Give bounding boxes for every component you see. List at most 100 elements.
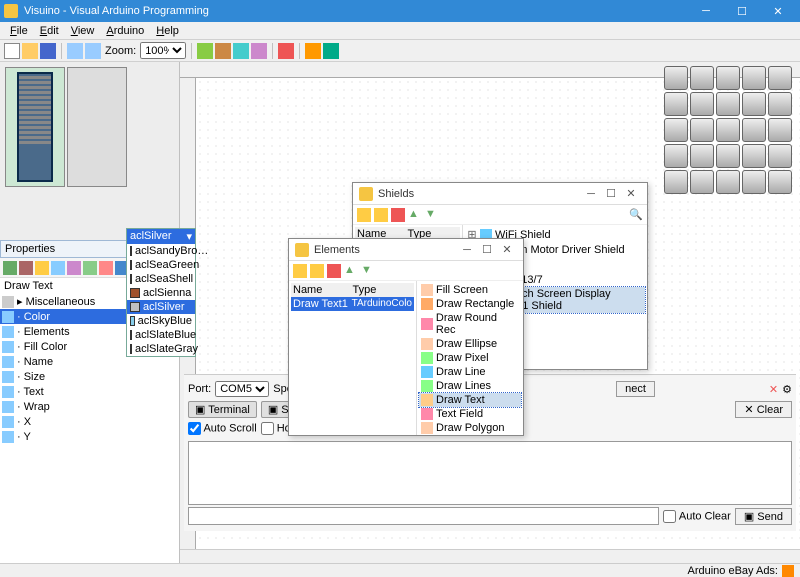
- scrollbar-horizontal[interactable]: [180, 549, 800, 563]
- list-item[interactable]: Draw Pixel: [419, 351, 521, 365]
- list-item[interactable]: Fill Screen: [419, 283, 521, 297]
- zoom-select[interactable]: 100%: [140, 42, 186, 59]
- clear-button[interactable]: ✕ Clear: [735, 401, 792, 418]
- palette-button[interactable]: [768, 144, 792, 168]
- palette-button[interactable]: [742, 66, 766, 90]
- color-option[interactable]: aclSienna: [127, 286, 195, 300]
- expand-icon[interactable]: [3, 261, 17, 275]
- palette-button[interactable]: [716, 144, 740, 168]
- delete-icon[interactable]: [278, 43, 294, 59]
- palette-button[interactable]: [664, 144, 688, 168]
- list-item[interactable]: Draw Text1TArduinoColo: [291, 297, 414, 311]
- maximize-button[interactable]: ☐: [724, 0, 760, 22]
- settings-icon[interactable]: ⚙: [782, 383, 792, 396]
- palette-button[interactable]: [664, 170, 688, 194]
- close-icon[interactable]: ✕: [621, 187, 641, 200]
- search-icon[interactable]: 🔍: [629, 208, 643, 222]
- tool-icon[interactable]: [251, 43, 267, 59]
- terminal-output[interactable]: [188, 441, 792, 505]
- connect-button[interactable]: nect: [616, 381, 655, 397]
- close-icon[interactable]: ✕: [497, 243, 517, 256]
- color-option[interactable]: aclSlateGray: [127, 342, 195, 356]
- palette-button[interactable]: [690, 118, 714, 142]
- list-item[interactable]: Draw Lines: [419, 379, 521, 393]
- palette-button[interactable]: [716, 92, 740, 116]
- palette-button[interactable]: [690, 144, 714, 168]
- tool-icon[interactable]: [99, 261, 113, 275]
- minimize-icon[interactable]: ─: [457, 244, 477, 256]
- board-preview[interactable]: [5, 67, 65, 187]
- list-item[interactable]: Draw Ellipse: [419, 337, 521, 351]
- down-icon[interactable]: ▼: [425, 208, 439, 222]
- palette-button[interactable]: [768, 170, 792, 194]
- palette-button[interactable]: [742, 118, 766, 142]
- palette-button[interactable]: [768, 92, 792, 116]
- menu-arduino[interactable]: Arduino: [100, 25, 150, 37]
- autoclear-checkbox[interactable]: Auto Clear: [663, 510, 730, 523]
- color-dropdown[interactable]: aclSilver▾ aclSandyBro…aclSeaGreenaclSea…: [126, 228, 196, 357]
- port-select[interactable]: COM5 (U: [215, 381, 269, 397]
- color-option[interactable]: aclSandyBro…: [127, 244, 195, 258]
- palette-button[interactable]: [664, 66, 688, 90]
- save-icon[interactable]: [40, 43, 56, 59]
- up-icon[interactable]: ▲: [344, 264, 358, 278]
- minimize-button[interactable]: ─: [688, 0, 724, 22]
- palette-button[interactable]: [664, 118, 688, 142]
- close-button[interactable]: ✕: [760, 0, 796, 22]
- terminal-tab[interactable]: ▣ Terminal: [188, 401, 257, 418]
- upload-icon[interactable]: [305, 43, 321, 59]
- property-row[interactable]: · X: [0, 414, 179, 429]
- tool-icon[interactable]: [310, 264, 324, 278]
- open-icon[interactable]: [22, 43, 38, 59]
- palette-button[interactable]: [716, 66, 740, 90]
- palette-button[interactable]: [664, 92, 688, 116]
- list-item[interactable]: Draw Polygon: [419, 421, 521, 435]
- maximize-icon[interactable]: ☐: [477, 243, 497, 256]
- palette-button[interactable]: [716, 170, 740, 194]
- palette-button[interactable]: [742, 144, 766, 168]
- tool-icon[interactable]: [215, 43, 231, 59]
- palette-button[interactable]: [690, 66, 714, 90]
- menu-view[interactable]: View: [65, 25, 101, 37]
- property-row[interactable]: · Text: [0, 384, 179, 399]
- tool-icon[interactable]: [197, 43, 213, 59]
- color-option[interactable]: aclSkyBlue: [127, 314, 195, 328]
- up-icon[interactable]: ▲: [408, 208, 422, 222]
- verify-icon[interactable]: [323, 43, 339, 59]
- send-button[interactable]: ▣ Send: [735, 508, 792, 525]
- new-icon[interactable]: [4, 43, 20, 59]
- tool-icon[interactable]: [83, 261, 97, 275]
- filter-icon[interactable]: [51, 261, 65, 275]
- list-item[interactable]: Draw Line: [419, 365, 521, 379]
- zoom-in-icon[interactable]: [67, 43, 83, 59]
- color-option[interactable]: aclSeaGreen: [127, 258, 195, 272]
- palette-button[interactable]: [742, 170, 766, 194]
- down-icon[interactable]: ▼: [361, 264, 375, 278]
- delete-icon[interactable]: ✕: [769, 383, 778, 396]
- color-option[interactable]: aclSilver: [127, 300, 195, 314]
- feed-icon[interactable]: [782, 565, 794, 577]
- delete-icon[interactable]: [391, 208, 405, 222]
- sort-icon[interactable]: [35, 261, 49, 275]
- tool-icon[interactable]: [293, 264, 307, 278]
- minimize-icon[interactable]: ─: [581, 188, 601, 200]
- color-option[interactable]: aclSlateBlue: [127, 328, 195, 342]
- menu-file[interactable]: FFileile: [4, 25, 34, 37]
- property-row[interactable]: · Y: [0, 429, 179, 444]
- menu-edit[interactable]: Edit: [34, 25, 65, 37]
- menu-help[interactable]: Help: [150, 25, 185, 37]
- elements-dialog[interactable]: Elements ─ ☐ ✕ ▲ ▼ NameType Draw Text1TA…: [288, 238, 524, 436]
- tool-icon[interactable]: [357, 208, 371, 222]
- palette-button[interactable]: [690, 170, 714, 194]
- zoom-out-icon[interactable]: [85, 43, 101, 59]
- list-item[interactable]: Draw Rectangle: [419, 297, 521, 311]
- property-row[interactable]: · Wrap: [0, 399, 179, 414]
- color-option[interactable]: aclSeaShell: [127, 272, 195, 286]
- list-item[interactable]: Text Field: [419, 407, 521, 421]
- collapse-icon[interactable]: [19, 261, 33, 275]
- tool-icon[interactable]: [67, 261, 81, 275]
- send-input[interactable]: [188, 507, 659, 525]
- list-item[interactable]: Draw Text: [419, 393, 521, 407]
- list-item[interactable]: Draw Round Rec: [419, 311, 521, 337]
- board-preview-empty[interactable]: [67, 67, 127, 187]
